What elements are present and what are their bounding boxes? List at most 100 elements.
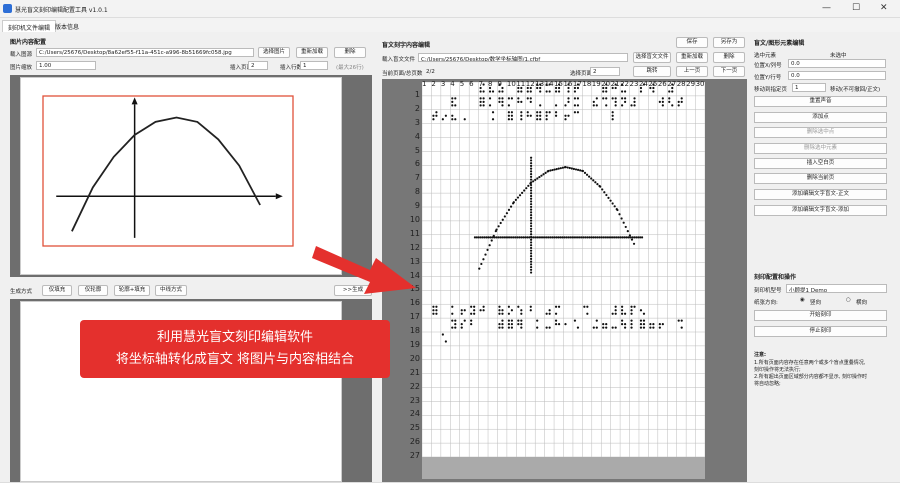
- jump-button[interactable]: 跳转: [633, 66, 671, 77]
- page-info-label: 当前页面/总页数: [382, 71, 423, 77]
- braille-dot: [539, 104, 542, 107]
- xpos-input[interactable]: 0.0: [788, 59, 886, 68]
- braille-dot: [529, 216, 533, 219]
- row-number: 25: [409, 423, 420, 433]
- image-section-title: 图片内容配置: [10, 39, 47, 46]
- zoom-input[interactable]: 1.00: [36, 61, 96, 70]
- choose-braille-button[interactable]: 选择盲文文件: [633, 52, 671, 63]
- reload-image-button[interactable]: 重新加载: [296, 47, 328, 58]
- source-chart: [42, 95, 294, 247]
- insert-page-input[interactable]: 2: [248, 61, 268, 70]
- delete-braille-button[interactable]: 删除: [713, 52, 745, 63]
- tab-version[interactable]: 版本信息: [50, 20, 84, 32]
- move-page-input[interactable]: 1: [792, 83, 826, 92]
- braille-dot: [460, 323, 463, 326]
- braille-dot: [545, 118, 548, 121]
- braille-dot: [561, 236, 564, 239]
- braille-sheet[interactable]: [422, 82, 705, 479]
- stop-print-button[interactable]: 停止刻印: [754, 326, 887, 337]
- braille-dot: [627, 236, 630, 239]
- braille-dot: [633, 100, 636, 103]
- delete-page-button[interactable]: 删除当前页: [754, 173, 887, 184]
- braille-dot: [529, 244, 533, 247]
- col-number: 16: [563, 80, 573, 88]
- col-number: 17: [572, 80, 582, 88]
- braille-dot: [473, 236, 477, 239]
- move-page-hint[interactable]: 移动(不可撤回/正文): [830, 85, 880, 93]
- braille-dot: [507, 118, 510, 121]
- braille-dot: [482, 104, 485, 107]
- braille-dot: [485, 236, 488, 239]
- reload-braille-button[interactable]: 重新加载: [676, 52, 708, 63]
- braille-dot: [590, 177, 593, 180]
- gen-fill-button[interactable]: 仅填充: [42, 285, 72, 296]
- gen-centerline-button[interactable]: 中线方式: [155, 285, 187, 296]
- save-as-button[interactable]: 另存为: [713, 37, 745, 48]
- choose-image-button[interactable]: 选择图片: [258, 47, 290, 58]
- braille-dot: [658, 326, 661, 329]
- braille-dot: [602, 97, 605, 100]
- save-button[interactable]: 保存: [676, 37, 708, 48]
- braille-dot: [510, 97, 513, 100]
- braille-dot: [574, 168, 578, 171]
- braille-dot: [637, 236, 640, 239]
- braille-dot: [435, 114, 438, 117]
- insert-row-input[interactable]: 1: [300, 61, 328, 70]
- row-number: 1: [414, 90, 420, 99]
- braille-dot: [554, 323, 558, 326]
- braille-dot: [668, 97, 671, 100]
- delete-selected-dot-button[interactable]: 删除选中点: [754, 127, 887, 138]
- braille-dot: [586, 236, 589, 239]
- braille-dot: [605, 323, 608, 326]
- add-text-braille-add-button[interactable]: 添加编辑文字盲文-添加: [754, 205, 887, 216]
- delete-selected-element-button[interactable]: 删除选中元素: [754, 143, 887, 154]
- reset-sound-button[interactable]: 重置声音: [754, 96, 887, 107]
- braille-dot: [454, 319, 457, 322]
- braille-dot: [498, 323, 501, 326]
- braille-dot: [529, 271, 533, 274]
- braille-dot: [548, 309, 551, 312]
- radio-portrait-icon[interactable]: ◉: [800, 297, 805, 303]
- printer-select[interactable]: 小顾提1 Demo: [786, 284, 887, 293]
- add-text-braille-body-button[interactable]: 添加编辑文字盲文-正文: [754, 189, 887, 200]
- braille-dot: [475, 236, 478, 239]
- braille-dot: [652, 326, 655, 329]
- braille-dot: [671, 104, 674, 107]
- maximize-icon[interactable]: ☐: [852, 3, 860, 13]
- select-page-input[interactable]: 2: [590, 67, 620, 76]
- braille-dot: [602, 90, 605, 93]
- braille-dot: [539, 114, 542, 117]
- braille-dot: [435, 111, 438, 114]
- delete-image-button[interactable]: 删除: [334, 47, 366, 58]
- minimize-icon[interactable]: —: [822, 3, 831, 13]
- row-hint: (最大26行): [336, 65, 364, 71]
- braille-dot: [649, 323, 652, 326]
- braille-dot: [470, 312, 473, 315]
- ypos-input[interactable]: 0.0: [788, 71, 886, 80]
- braille-dot: [432, 118, 435, 121]
- next-page-button[interactable]: 下一页: [713, 66, 745, 77]
- braille-dot: [510, 309, 513, 312]
- braille-dot: [517, 100, 520, 103]
- close-icon[interactable]: ✕: [880, 3, 888, 13]
- image-path-input[interactable]: C:/Users/25676/Desktop/8a62ef55-f11a-451…: [36, 48, 254, 57]
- braille-dot: [460, 326, 463, 329]
- braille-dot: [639, 319, 643, 322]
- tab-editor[interactable]: 刻印机文件编辑: [2, 20, 57, 32]
- add-dot-button[interactable]: 添加点: [754, 112, 887, 123]
- radio-landscape-icon[interactable]: ○: [846, 297, 851, 303]
- braille-dot: [573, 97, 577, 100]
- title-bar: 慧光盲文刻印编辑配置工具 v1.0.1 — ☐ ✕: [0, 0, 900, 18]
- braille-dot: [614, 305, 617, 308]
- braille-path-input[interactable]: C:/Users/25676/Desktop/数学坐标轴图/1.cfbf: [418, 53, 628, 62]
- braille-dot: [619, 236, 622, 239]
- braille-dot: [630, 309, 633, 312]
- braille-file-label: 载入盲文文件: [382, 57, 416, 63]
- braille-dot: [661, 97, 664, 100]
- braille-dot: [540, 174, 543, 177]
- gen-outline-button[interactable]: 仅轮廓: [78, 285, 108, 296]
- insert-blank-page-button[interactable]: 插入空白页: [754, 158, 887, 169]
- prev-page-button[interactable]: 上一页: [676, 66, 708, 77]
- gen-outline-fill-button[interactable]: 轮廓+填充: [114, 285, 150, 296]
- start-print-button[interactable]: 开始刻印: [754, 310, 887, 321]
